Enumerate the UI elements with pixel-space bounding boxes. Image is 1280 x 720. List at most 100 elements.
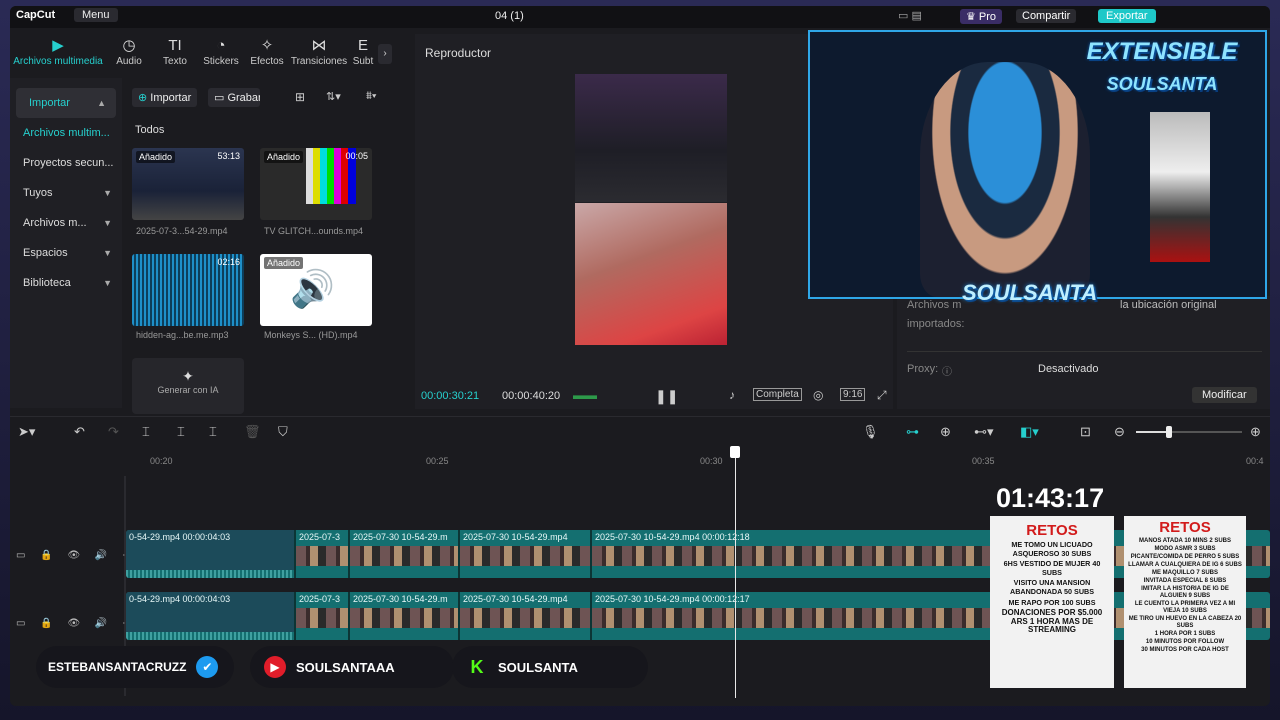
screenshot-icon[interactable]: ◎: [813, 388, 823, 402]
pause-button[interactable]: ❚❚: [655, 388, 678, 405]
tab-label: Archivos multimedia: [13, 56, 103, 67]
timeline-toolbar: ➤▾ ↶ ↷ ⌶ ⌶ ⌶ 🗑 ⛉ 🎙 ⊶ ⊕ ⊷▾ ◧▾ ⊡ ⊖ ⊕: [10, 416, 1270, 447]
shield-icon[interactable]: ⛉: [278, 424, 288, 440]
media-thumb[interactable]: 02:16: [132, 254, 244, 326]
sort-icon[interactable]: ⇅▾: [326, 90, 341, 103]
social-handle: SOULSANTA: [498, 659, 578, 675]
sidebar-item-label: Archivos m...: [23, 217, 87, 229]
media-thumb[interactable]: Añadido 00:05: [260, 148, 372, 220]
split-right-icon[interactable]: ⌶: [209, 424, 217, 440]
playhead-handle[interactable]: [730, 446, 740, 458]
track-controls[interactable]: ▭ 🔒 👁 🔊 ⋯: [16, 618, 138, 629]
microphone-icon[interactable]: 🎙: [862, 424, 879, 440]
clip-label: 2025-07-3: [299, 594, 341, 604]
zoom-out-icon[interactable]: ⊖: [1114, 424, 1125, 440]
split-icon[interactable]: ⌶: [142, 424, 150, 440]
sidebar-item-spaces[interactable]: Espacios ▼: [10, 238, 122, 268]
sidebar-item-library[interactable]: Biblioteca ▼: [10, 268, 122, 298]
tab-text[interactable]: TI Texto: [152, 30, 198, 74]
challenges-poster-2: RETOS MANOS ATADA 10 MINS 2 SUBS MODO AS…: [1124, 516, 1246, 688]
challenges-poster-1: RETOS ME TOMO UN LICUADO ASQUEROSO 30 SU…: [990, 516, 1114, 688]
snap-icon[interactable]: ⊕: [940, 424, 951, 440]
poster-title: RETOS: [1159, 519, 1211, 536]
record-button[interactable]: ▭ Grabar: [208, 88, 260, 107]
added-badge: Añadido: [136, 151, 176, 163]
split-left-icon[interactable]: ⌶: [177, 424, 185, 440]
current-time: 00:00:30:21: [421, 390, 480, 402]
zoom-in-icon[interactable]: ⊕: [1250, 424, 1261, 440]
tab-transitions[interactable]: ⋈ Transiciones: [290, 30, 348, 74]
verified-check-icon: ✔: [196, 656, 219, 678]
link-icon[interactable]: ⊶: [906, 424, 919, 440]
timeline-clip[interactable]: 2025-07-3: [296, 592, 350, 640]
subtitle-icon: E: [357, 37, 368, 54]
timeline-clip[interactable]: 0-54-29.mp4 00:00:04:03: [126, 530, 296, 578]
playhead[interactable]: [735, 452, 736, 698]
redo-icon[interactable]: ↷: [108, 424, 119, 440]
clip-filmstrip: [350, 608, 458, 628]
undo-icon[interactable]: ↶: [74, 424, 85, 440]
filter-icon[interactable]: ⩩▾: [366, 90, 377, 103]
social-handle: ESTEBANSANTACRUZZ: [48, 660, 187, 674]
fullscreen-icon[interactable]: ⤢: [877, 388, 887, 403]
select-tool-icon[interactable]: ➤▾: [18, 424, 35, 440]
clip-label: 2025-07-30 10-54-29.mp4: [463, 532, 568, 542]
tiktok-icon[interactable]: ♪: [729, 388, 735, 402]
social-x: ESTEBANSANTACRUZZ ✔: [36, 646, 234, 688]
clip-label: 2025-07-30 10-54-29.mp4 00:00:12:18: [595, 532, 750, 542]
export-button[interactable]: Exportar: [1098, 9, 1156, 23]
media-thumb[interactable]: Añadido 53:13: [132, 148, 244, 220]
tab-subtitles[interactable]: E Subt: [348, 30, 378, 74]
generate-ai-button[interactable]: ✦ Generar con IA: [132, 358, 244, 414]
sidebar-item-sub-projects[interactable]: Proyectos secun...: [10, 148, 122, 178]
quality-select[interactable]: Completa: [753, 388, 802, 401]
pro-button[interactable]: ♛ Pro: [960, 9, 1003, 24]
clip-waveform: [126, 570, 294, 578]
menu-button[interactable]: Menu: [74, 8, 118, 22]
sidebar-item-yours[interactable]: Tuyos ▼: [10, 178, 122, 208]
tab-label: Subt: [352, 56, 374, 67]
tab-stickers[interactable]: ◔ Stickers: [198, 30, 244, 74]
sticker-icon: ◔: [216, 37, 226, 54]
ruler-tick: 00:25: [426, 456, 449, 466]
sidebar-item-import[interactable]: Importar ▲: [16, 88, 116, 118]
effects-icon: ✧: [260, 37, 274, 54]
sidebar-item-files[interactable]: Archivos m... ▼: [10, 208, 122, 238]
grid-view-icon[interactable]: ⊞: [295, 90, 305, 104]
timeline-clip[interactable]: 2025-07-30 10-54-29.mp4: [460, 530, 592, 578]
proxy-value: Desactivado: [1038, 363, 1099, 375]
tab-audio[interactable]: ◷ Audio: [106, 30, 152, 74]
layout-icon[interactable]: ▭ ▤: [898, 9, 922, 22]
poster-line: MODO ASMR 3 SUBS: [1154, 546, 1216, 552]
clip-filmstrip: [460, 608, 590, 628]
chevron-down-icon: ▼: [103, 278, 112, 288]
import-button[interactable]: ⊕ Importar: [132, 88, 198, 107]
tool-tabs: ▶ Archivos multimedia ◷ Audio TI Texto ◔ Sti…: [10, 30, 410, 74]
share-button[interactable]: Compartir: [1016, 9, 1077, 23]
chevron-right-icon[interactable]: ›: [378, 44, 392, 64]
generate-label: Generar con IA: [157, 385, 219, 395]
timeline-clip[interactable]: 2025-07-30 10-54-29.m: [350, 592, 460, 640]
tab-effects[interactable]: ✧ Efectos: [244, 30, 290, 74]
preview-axis-icon[interactable]: ◧▾: [1020, 424, 1039, 440]
ratio-select[interactable]: 9:16: [840, 388, 866, 401]
section-title: Todos: [135, 124, 165, 136]
sidebar-item-label: Espacios: [23, 247, 68, 259]
social-youtube: ▶ SOULSANTAAA: [250, 646, 454, 688]
timeline-clip[interactable]: 2025-07-3: [296, 530, 350, 578]
zoom-slider-handle[interactable]: [1166, 426, 1172, 438]
kick-logo-icon: K: [466, 656, 488, 678]
poster-line: LE CUENTO LA PRIMERA VEZ A MI VIEJA 10 S…: [1134, 601, 1236, 614]
media-thumb[interactable]: 🔊 Añadido: [260, 254, 372, 326]
timeline-clip[interactable]: 2025-07-30 10-54-29.m: [350, 530, 460, 578]
track-controls[interactable]: ▭ 🔒 👁 🔊 ⋯: [16, 550, 138, 561]
fit-icon[interactable]: ⊡: [1080, 424, 1091, 440]
tab-media[interactable]: ▶ Archivos multimedia: [10, 30, 106, 74]
chain-icon[interactable]: ⊷▾: [974, 424, 994, 440]
modify-button[interactable]: Modificar: [1192, 387, 1257, 403]
delete-icon[interactable]: 🗑: [244, 424, 261, 440]
zoom-slider-fill: [1136, 431, 1169, 433]
sidebar-item-media-files[interactable]: Archivos multim...: [10, 118, 122, 148]
timeline-clip[interactable]: 0-54-29.mp4 00:00:04:03: [126, 592, 296, 640]
timeline-clip[interactable]: 2025-07-30 10-54-29.mp4: [460, 592, 592, 640]
